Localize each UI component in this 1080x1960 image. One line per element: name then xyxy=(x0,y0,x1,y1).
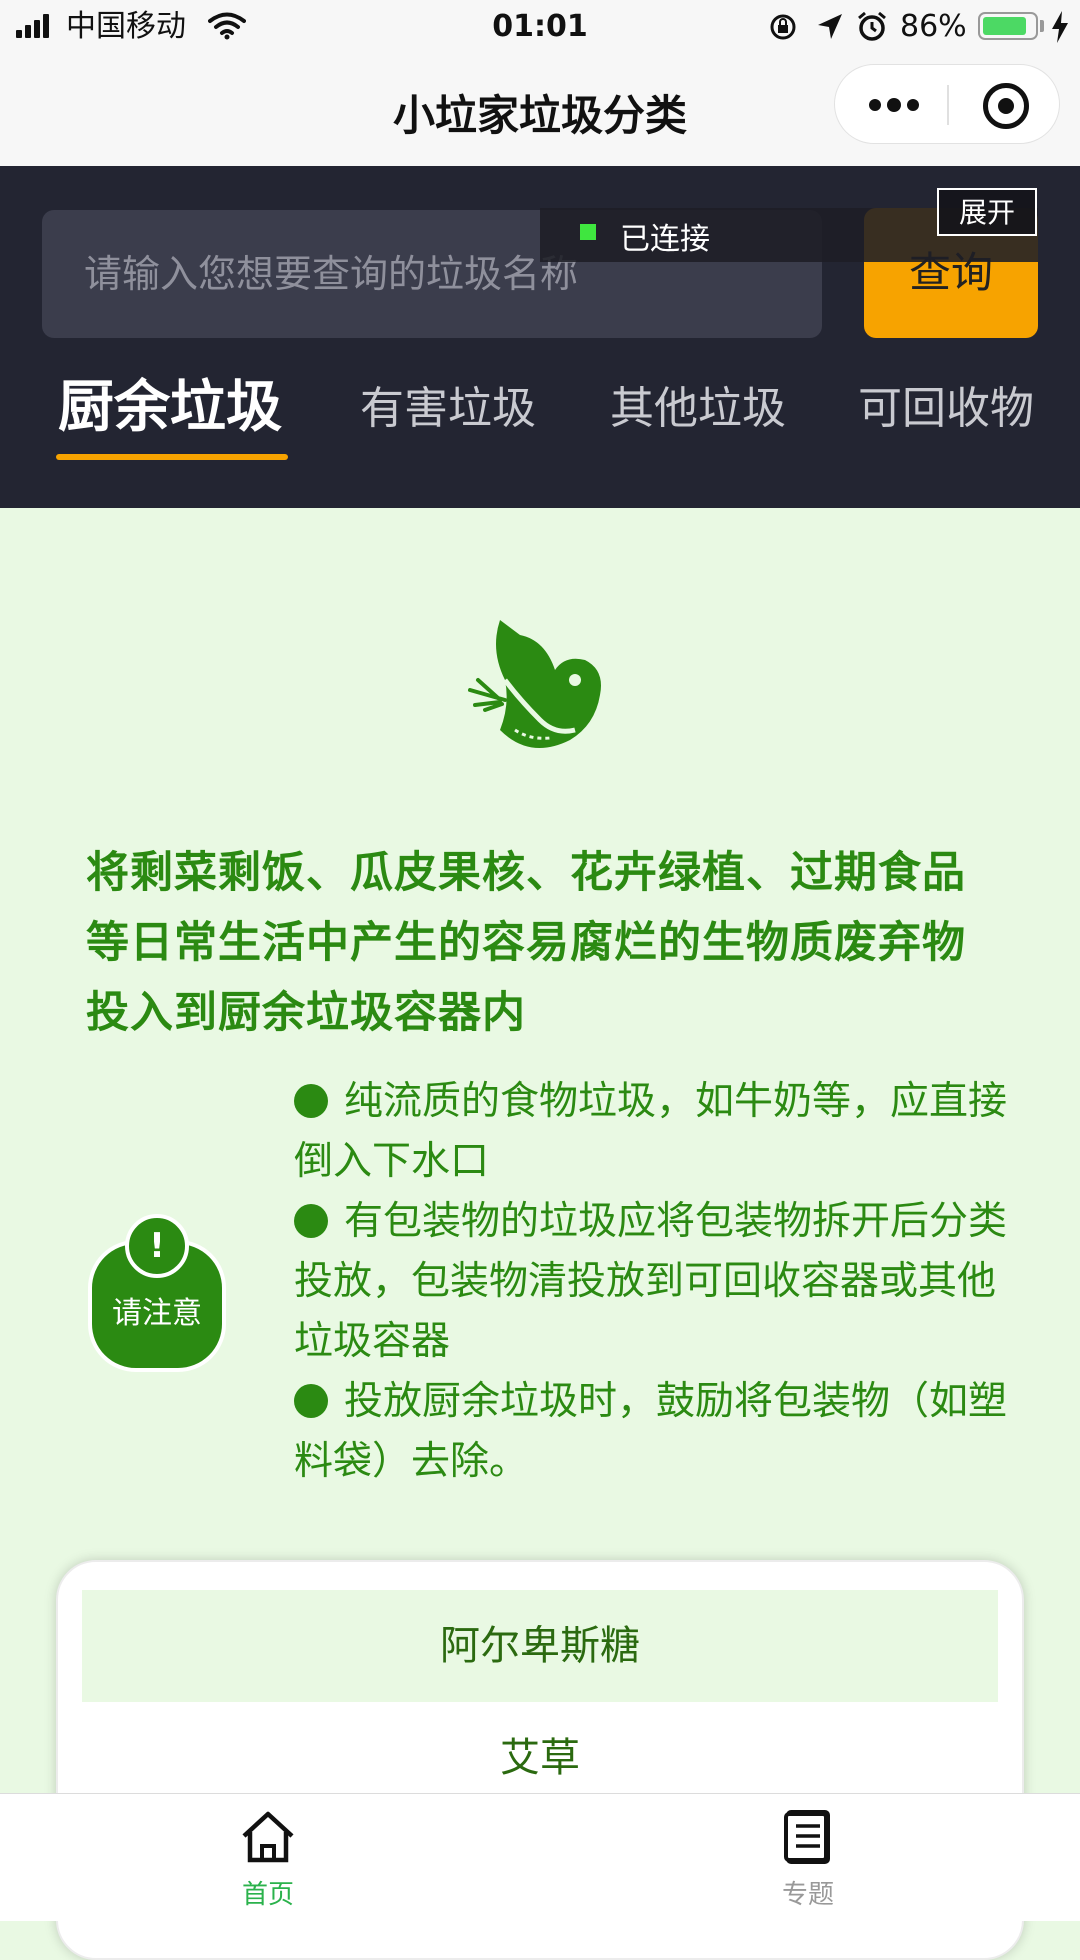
nav-bar: 小垃家垃圾分类 xyxy=(0,54,1080,166)
exclamation-icon: ! xyxy=(125,1214,189,1278)
notice-item: 有包装物的垃圾应将包装物拆开后分类投放，包装物清投放到可回收容器或其他垃圾容器 xyxy=(294,1192,1024,1372)
document-icon xyxy=(784,1810,830,1864)
bullet-icon xyxy=(294,1084,328,1118)
active-tab-indicator xyxy=(56,454,288,460)
home-icon xyxy=(242,1811,294,1863)
tab-recyclables[interactable]: 可回收物 xyxy=(858,372,1034,436)
tabbar-home-label: 首页 xyxy=(241,1880,294,1910)
status-bar: 中国移动 01:01 86% xyxy=(0,0,1080,54)
list-item[interactable]: 阿尔卑斯糖 xyxy=(82,1590,998,1702)
notice-badge: ! 请注意 xyxy=(88,1214,226,1372)
notice-item: 投放厨余垃圾时，鼓励将包装物（如塑料袋）去除。 xyxy=(294,1372,1024,1492)
location-icon xyxy=(818,14,842,39)
alarm-icon xyxy=(858,11,886,41)
charging-icon xyxy=(1052,11,1068,43)
notice-text: 纯流质的食物垃圾，如牛奶等，应直接倒入下水口 xyxy=(294,1079,1008,1184)
capsule-menu xyxy=(834,64,1060,144)
tab-kitchen-waste[interactable]: 厨余垃圾 xyxy=(58,362,282,443)
notice-text: 有包装物的垃圾应将包装物拆开后分类投放，包装物清投放到可回收容器或其他垃圾容器 xyxy=(294,1199,1008,1364)
notice-item: 纯流质的食物垃圾，如牛奶等，应直接倒入下水口 xyxy=(294,1072,1024,1192)
category-description: 将剩菜剩饭、瓜皮果核、花卉绿植、过期食品等日常生活中产生的容易腐烂的生物质废弃物… xyxy=(86,848,966,1038)
more-icon[interactable] xyxy=(869,98,919,112)
tab-other-waste[interactable]: 其他垃圾 xyxy=(610,372,786,436)
battery-icon xyxy=(978,12,1038,40)
battery-percent: 86% xyxy=(900,9,967,44)
notice-label: 请注意 xyxy=(112,1296,202,1331)
capsule-divider xyxy=(947,85,949,125)
notice-list: 纯流质的食物垃圾，如牛奶等，应直接倒入下水口 有包装物的垃圾应将包装物拆开后分类… xyxy=(294,1072,1024,1492)
tab-hazardous-waste[interactable]: 有害垃圾 xyxy=(360,372,536,436)
expand-button[interactable]: 展开 xyxy=(937,188,1037,236)
connection-status-text: 已连接 xyxy=(620,222,710,257)
rotation-lock-icon xyxy=(770,14,796,40)
tabbar-home[interactable]: 首页 xyxy=(168,1808,368,1911)
tab-bar: 首页 专题 xyxy=(0,1793,1080,1921)
kitchen-waste-icon xyxy=(468,620,601,748)
bullet-icon xyxy=(294,1384,328,1418)
notice-text: 投放厨余垃圾时，鼓励将包装物（如塑料袋）去除。 xyxy=(294,1379,1008,1484)
close-miniprogram-icon[interactable] xyxy=(983,83,1029,129)
tabbar-topics-label: 专题 xyxy=(781,1880,834,1910)
search-header: 查询 已连接 展开 厨余垃圾 有害垃圾 其他垃圾 可回收物 xyxy=(0,166,1080,508)
battery-tip xyxy=(1040,20,1044,32)
tabbar-topics[interactable]: 专题 xyxy=(708,1808,908,1911)
connection-indicator-icon xyxy=(580,224,596,240)
bullet-icon xyxy=(294,1204,328,1238)
